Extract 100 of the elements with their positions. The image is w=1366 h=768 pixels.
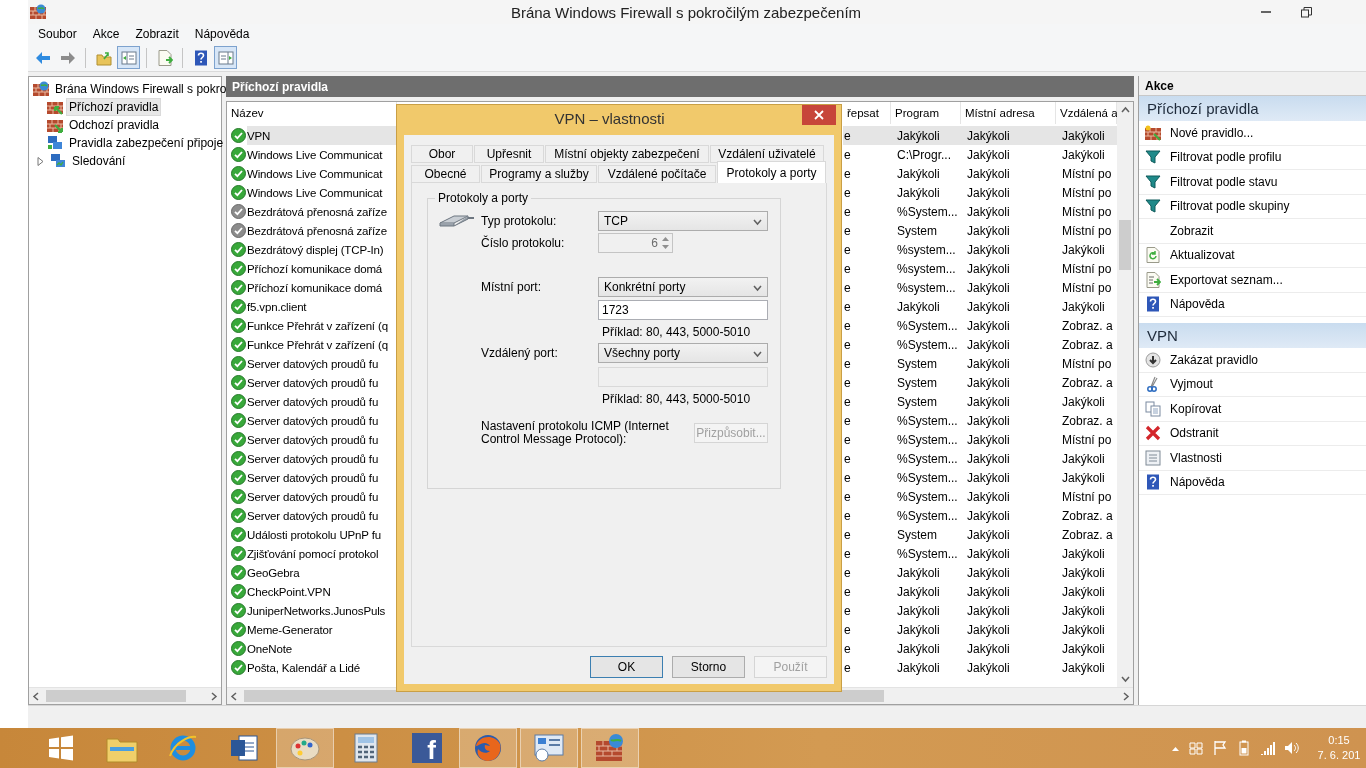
tab[interactable]: Upřesnit [474, 145, 544, 163]
table-cell[interactable]: f5.vpn.client [247, 297, 397, 316]
export-icon [1145, 271, 1161, 288]
action-link[interactable]: Aktualizovat [1170, 248, 1235, 263]
table-cell[interactable]: Funkce Přehrát v zařízení (q [247, 335, 397, 354]
table-cell[interactable]: Meme-Generator [247, 620, 397, 639]
vertical-scrollbar[interactable] [1117, 102, 1133, 687]
cable-icon [438, 213, 476, 229]
tab[interactable]: Protokoly a porty [717, 161, 826, 183]
action-link[interactable]: Filtrovat podle skupiny [1170, 199, 1290, 214]
action-link[interactable]: Zobrazit [1170, 223, 1214, 238]
table-cell[interactable]: Funkce Přehrát v zařízení (q [247, 316, 397, 335]
table-cell[interactable]: Server datových proudů fu [247, 411, 397, 430]
tab[interactable]: Programy a služby [481, 165, 597, 183]
table-cell-text: Místní po [1061, 222, 1113, 240]
menu-item[interactable]: Zobrazit [127, 27, 187, 41]
tab[interactable]: Místní objekty zabezpečení [545, 145, 709, 163]
taskbar-button[interactable] [520, 728, 578, 768]
action-link[interactable]: Kopírovat [1170, 401, 1222, 416]
control-panel-icon [533, 733, 565, 763]
pane-title: Příchozí pravidla [226, 76, 1134, 97]
column-header[interactable]: Program [891, 102, 961, 124]
table-cell[interactable]: CheckPoint.VPN [247, 582, 397, 601]
help-icon [1145, 296, 1161, 313]
action-link[interactable]: Odstranit [1170, 426, 1219, 441]
action-link[interactable]: Vlastnosti [1170, 450, 1223, 465]
table-cell[interactable]: Bezdrátová přenosná zaříze [247, 202, 397, 221]
action-link[interactable]: Filtrovat podle profilu [1170, 150, 1282, 165]
table-cell-text: Místní po [1061, 488, 1113, 506]
action-link[interactable]: Filtrovat podle stavu [1170, 174, 1278, 189]
table-cell[interactable]: Události protokolu UPnP fu [247, 525, 397, 544]
tree-item[interactable]: Odchozí pravidla [66, 116, 163, 134]
action-link[interactable]: Exportovat seznam... [1170, 272, 1283, 287]
action-link[interactable]: Vyjmout [1170, 377, 1213, 392]
menu-item[interactable]: Nápověda [186, 27, 258, 41]
table-cell[interactable]: VPN [247, 126, 397, 145]
delete-icon [1145, 425, 1161, 442]
table-cell-text: e [843, 526, 852, 544]
action-pane-button[interactable] [214, 46, 237, 69]
column-header[interactable]: řepsat [843, 102, 891, 124]
column-header[interactable]: Místní adresa [961, 102, 1056, 124]
menu-item[interactable]: Soubor [30, 27, 85, 41]
taskbar-button[interactable] [581, 728, 639, 768]
table-cell[interactable]: GeoGebra [247, 563, 397, 582]
tab[interactable]: Obecné [411, 165, 480, 183]
forward-arrow-icon [59, 49, 76, 66]
scroll-thumb[interactable] [46, 690, 186, 702]
table-cell[interactable]: OneNote [247, 639, 397, 658]
table-cell[interactable]: Windows Live Communicat [247, 183, 397, 202]
table-cell[interactable]: Příchozí komunikace domá [247, 278, 397, 297]
section-header[interactable]: VPN [1139, 323, 1366, 348]
local-port-dropdown[interactable]: Konkrétní porty [598, 277, 768, 297]
table-cell[interactable]: Server datových proudů fu [247, 468, 397, 487]
taskbar-button[interactable] [459, 728, 517, 768]
tree-item[interactable]: Pravidla zabezpečení připoje [66, 134, 227, 152]
table-cell-text: Jakýkoli [966, 184, 1011, 202]
table-cell-text: Jakýkoli [1061, 564, 1106, 582]
tree-toggle-button[interactable] [117, 46, 140, 69]
close-button[interactable] [802, 105, 836, 125]
table-cell[interactable]: Bezdrátový displej (TCP-In) [247, 240, 397, 259]
tree-item[interactable]: Příchozí pravidla [66, 98, 162, 116]
dialog-title: VPN – vlastnosti [553, 109, 666, 127]
table-cell[interactable]: Bezdrátová přenosná zaříze [247, 221, 397, 240]
table-cell[interactable]: Pošta, Kalendář a Lidé [247, 658, 397, 677]
horizontal-scrollbar[interactable] [29, 687, 221, 704]
table-cell[interactable]: JuniperNetworks.JunosPuls [247, 601, 397, 620]
computers-icon [47, 135, 63, 151]
action-link[interactable]: Zakázat pravidlo [1170, 352, 1259, 367]
local-port-field[interactable]: 1723 [598, 300, 768, 320]
action-link[interactable]: Nápověda [1170, 475, 1225, 490]
hint-text: Příklad: 80, 443, 5000-5010 [601, 324, 751, 339]
table-cell[interactable]: Server datových proudů fu [247, 449, 397, 468]
section-header[interactable]: Příchozí pravidla [1139, 96, 1366, 121]
table-cell-text: %System... [896, 431, 959, 449]
table-cell[interactable]: Windows Live Communicat [247, 164, 397, 183]
taskbar-button[interactable]: f [398, 728, 456, 768]
menu-item[interactable]: Akce [84, 27, 128, 41]
tab[interactable]: Vzdálené počítače [598, 165, 716, 183]
document-icon [229, 733, 259, 763]
table-cell[interactable]: Windows Live Communicat [247, 145, 397, 164]
action-link[interactable]: Nápověda [1170, 297, 1225, 312]
dialog-button[interactable]: Storno [672, 656, 745, 678]
table-cell[interactable]: Server datových proudů fu [247, 487, 397, 506]
dialog-button[interactable]: OK [590, 656, 663, 678]
tab[interactable]: Vzdálení uživatelé [710, 145, 824, 163]
table-cell[interactable]: Server datových proudů fu [247, 373, 397, 392]
table-cell[interactable]: Zjišťování pomocí protokol [247, 544, 397, 563]
tab[interactable]: Obor [411, 145, 473, 163]
action-link[interactable]: Nové pravidlo... [1170, 125, 1254, 140]
table-cell[interactable]: Server datových proudů fu [247, 506, 397, 525]
tree-item[interactable]: Sledování [69, 152, 129, 170]
remote-port-dropdown[interactable]: Všechny porty [598, 343, 768, 363]
protocol-type-dropdown[interactable]: TCP [598, 211, 768, 231]
table-cell[interactable]: Server datových proudů fu [247, 392, 397, 411]
table-cell-text: Jakýkoli [966, 298, 1011, 316]
scroll-thumb[interactable] [1119, 220, 1131, 270]
table-cell[interactable]: Server datových proudů fu [247, 430, 397, 449]
table-cell-text: e [843, 564, 852, 582]
table-cell[interactable]: Příchozí komunikace domá [247, 259, 397, 278]
table-cell[interactable]: Server datových proudů fu [247, 354, 397, 373]
